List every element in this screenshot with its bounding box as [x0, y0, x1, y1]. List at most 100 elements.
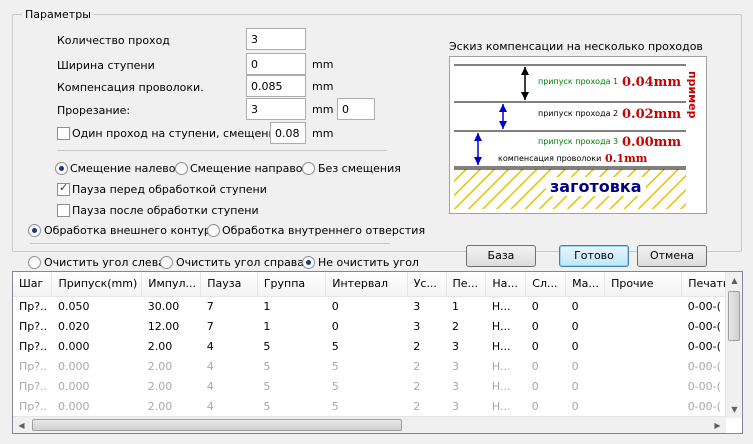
scroll-up-icon[interactable]: ▲: [726, 272, 742, 289]
table-row[interactable]: Пр?.. 0.000 2.00 4 5 5 2 3 Н... 0 0 0-00-(: [13, 336, 742, 356]
database-button[interactable]: База данных: [466, 245, 536, 282]
scroll-down-icon[interactable]: ▼: [726, 401, 742, 418]
inner-hole-radio[interactable]: [207, 224, 220, 237]
col-pulse[interactable]: Импул...: [141, 272, 202, 297]
pause-after-checkbox[interactable]: [57, 204, 70, 217]
table-cell[interactable]: 1: [257, 296, 325, 316]
table-cell[interactable]: 0: [566, 396, 605, 416]
table-row[interactable]: Пр?.. 0.050 30.00 7 1 0 3 1 Н... 0 0 0-00-(: [13, 296, 742, 316]
col-pause[interactable]: Пауза: [200, 272, 258, 297]
horizontal-scrollbar[interactable]: ◀ ▶: [13, 416, 726, 433]
col-pe[interactable]: Пе...: [446, 272, 487, 297]
col-allowance[interactable]: Припуск(mm): [51, 272, 143, 297]
table-cell[interactable]: 12.00: [142, 316, 201, 336]
table-cell[interactable]: 5: [326, 356, 407, 376]
cutting-input[interactable]: [246, 98, 306, 120]
table-cell[interactable]: [605, 356, 682, 376]
single-pass-checkbox[interactable]: [57, 127, 70, 140]
clean-left-radio[interactable]: [28, 256, 41, 269]
table-cell[interactable]: 5: [257, 336, 325, 356]
passes-input[interactable]: [246, 28, 306, 50]
table-cell[interactable]: Пр?..: [13, 376, 52, 396]
table-cell[interactable]: 3: [446, 356, 486, 376]
clean-right-radio[interactable]: [160, 256, 173, 269]
table-cell[interactable]: 0: [566, 296, 605, 316]
table-cell[interactable]: 0: [526, 336, 566, 356]
table-cell[interactable]: 1: [257, 316, 325, 336]
table-cell[interactable]: 2: [446, 316, 486, 336]
table-cell[interactable]: 0: [566, 336, 605, 356]
col-sl[interactable]: Сл...: [525, 272, 567, 297]
vertical-scrollbar[interactable]: ▲ ▼: [725, 272, 742, 418]
col-ma[interactable]: Ма...: [565, 272, 606, 297]
table-cell[interactable]: 0.000: [52, 336, 142, 356]
table-cell[interactable]: Н...: [486, 336, 526, 356]
table-cell[interactable]: 3: [407, 316, 446, 336]
table-cell[interactable]: 2.00: [142, 356, 201, 376]
wire-comp-input[interactable]: [246, 75, 306, 97]
table-cell[interactable]: 5: [257, 396, 325, 416]
table-row[interactable]: Пр?.. 0.000 2.00 4 5 5 2 3 Н... 0 0 0-00-(: [13, 396, 742, 416]
offset-right-radio[interactable]: [175, 162, 188, 175]
table-cell[interactable]: Н...: [486, 316, 526, 336]
table-cell[interactable]: 2: [407, 376, 446, 396]
done-button[interactable]: Готово: [559, 245, 629, 267]
table-cell[interactable]: Н...: [486, 376, 526, 396]
table-cell[interactable]: 2: [407, 396, 446, 416]
table-cell[interactable]: [605, 296, 682, 316]
table-cell[interactable]: Пр?..: [13, 336, 52, 356]
table-cell[interactable]: 4: [201, 336, 258, 356]
table-cell[interactable]: Н...: [486, 396, 526, 416]
table-cell[interactable]: 1: [446, 296, 486, 316]
table-cell[interactable]: 2: [407, 356, 446, 376]
table-cell[interactable]: Пр?..: [13, 316, 52, 336]
table-cell[interactable]: 2.00: [142, 376, 201, 396]
table-cell[interactable]: 5: [326, 336, 407, 356]
table-cell[interactable]: 5: [326, 396, 407, 416]
table-cell[interactable]: Пр?..: [13, 356, 52, 376]
table-cell[interactable]: 0: [326, 316, 407, 336]
step-width-input[interactable]: [246, 53, 306, 75]
table-cell[interactable]: 0: [526, 376, 566, 396]
table-cell[interactable]: 0.000: [52, 376, 142, 396]
pause-before-checkbox[interactable]: [57, 181, 70, 196]
table-row[interactable]: Пр?.. 0.000 2.00 4 5 5 2 3 Н... 0 0 0-00-(: [13, 356, 742, 376]
table-cell[interactable]: Пр?..: [13, 296, 52, 316]
table-cell[interactable]: 7: [201, 296, 258, 316]
table-cell[interactable]: 2.00: [142, 336, 201, 356]
table-cell[interactable]: 0: [526, 296, 566, 316]
table-cell[interactable]: [605, 376, 682, 396]
table-cell[interactable]: Н...: [486, 296, 526, 316]
col-interval[interactable]: Интервал: [325, 272, 408, 297]
table-cell[interactable]: [605, 396, 682, 416]
table-cell[interactable]: 5: [326, 376, 407, 396]
table-cell[interactable]: 0.020: [52, 316, 142, 336]
no-clean-radio[interactable]: [302, 256, 315, 269]
cutting-input-2[interactable]: [337, 98, 375, 120]
table-cell[interactable]: 0.000: [52, 356, 142, 376]
table-cell[interactable]: 0.000: [52, 396, 142, 416]
col-us[interactable]: Ус...: [407, 272, 447, 297]
scroll-left-icon[interactable]: ◀: [13, 417, 30, 433]
table-cell[interactable]: 3: [446, 336, 486, 356]
table-cell[interactable]: 0: [326, 296, 407, 316]
table-cell[interactable]: 0: [566, 316, 605, 336]
table-cell[interactable]: 4: [201, 376, 258, 396]
table-cell[interactable]: 0.050: [52, 296, 142, 316]
table-cell[interactable]: 3: [446, 396, 486, 416]
col-other[interactable]: Прочие: [604, 272, 683, 297]
table-cell[interactable]: 4: [201, 356, 258, 376]
cancel-button[interactable]: Отмена: [637, 245, 707, 267]
table-cell[interactable]: 5: [257, 356, 325, 376]
scroll-right-icon[interactable]: ▶: [709, 417, 726, 433]
table-cell[interactable]: 30.00: [142, 296, 201, 316]
outer-contour-radio[interactable]: [28, 224, 41, 237]
table-cell[interactable]: [605, 316, 682, 336]
table-cell[interactable]: 4: [201, 396, 258, 416]
offset-left-radio[interactable]: [55, 162, 68, 175]
table-cell[interactable]: 3: [407, 296, 446, 316]
single-pass-offset-input[interactable]: [270, 122, 306, 144]
col-group[interactable]: Группа: [257, 272, 327, 297]
table-cell[interactable]: 2: [407, 336, 446, 356]
table-cell[interactable]: [605, 336, 682, 356]
